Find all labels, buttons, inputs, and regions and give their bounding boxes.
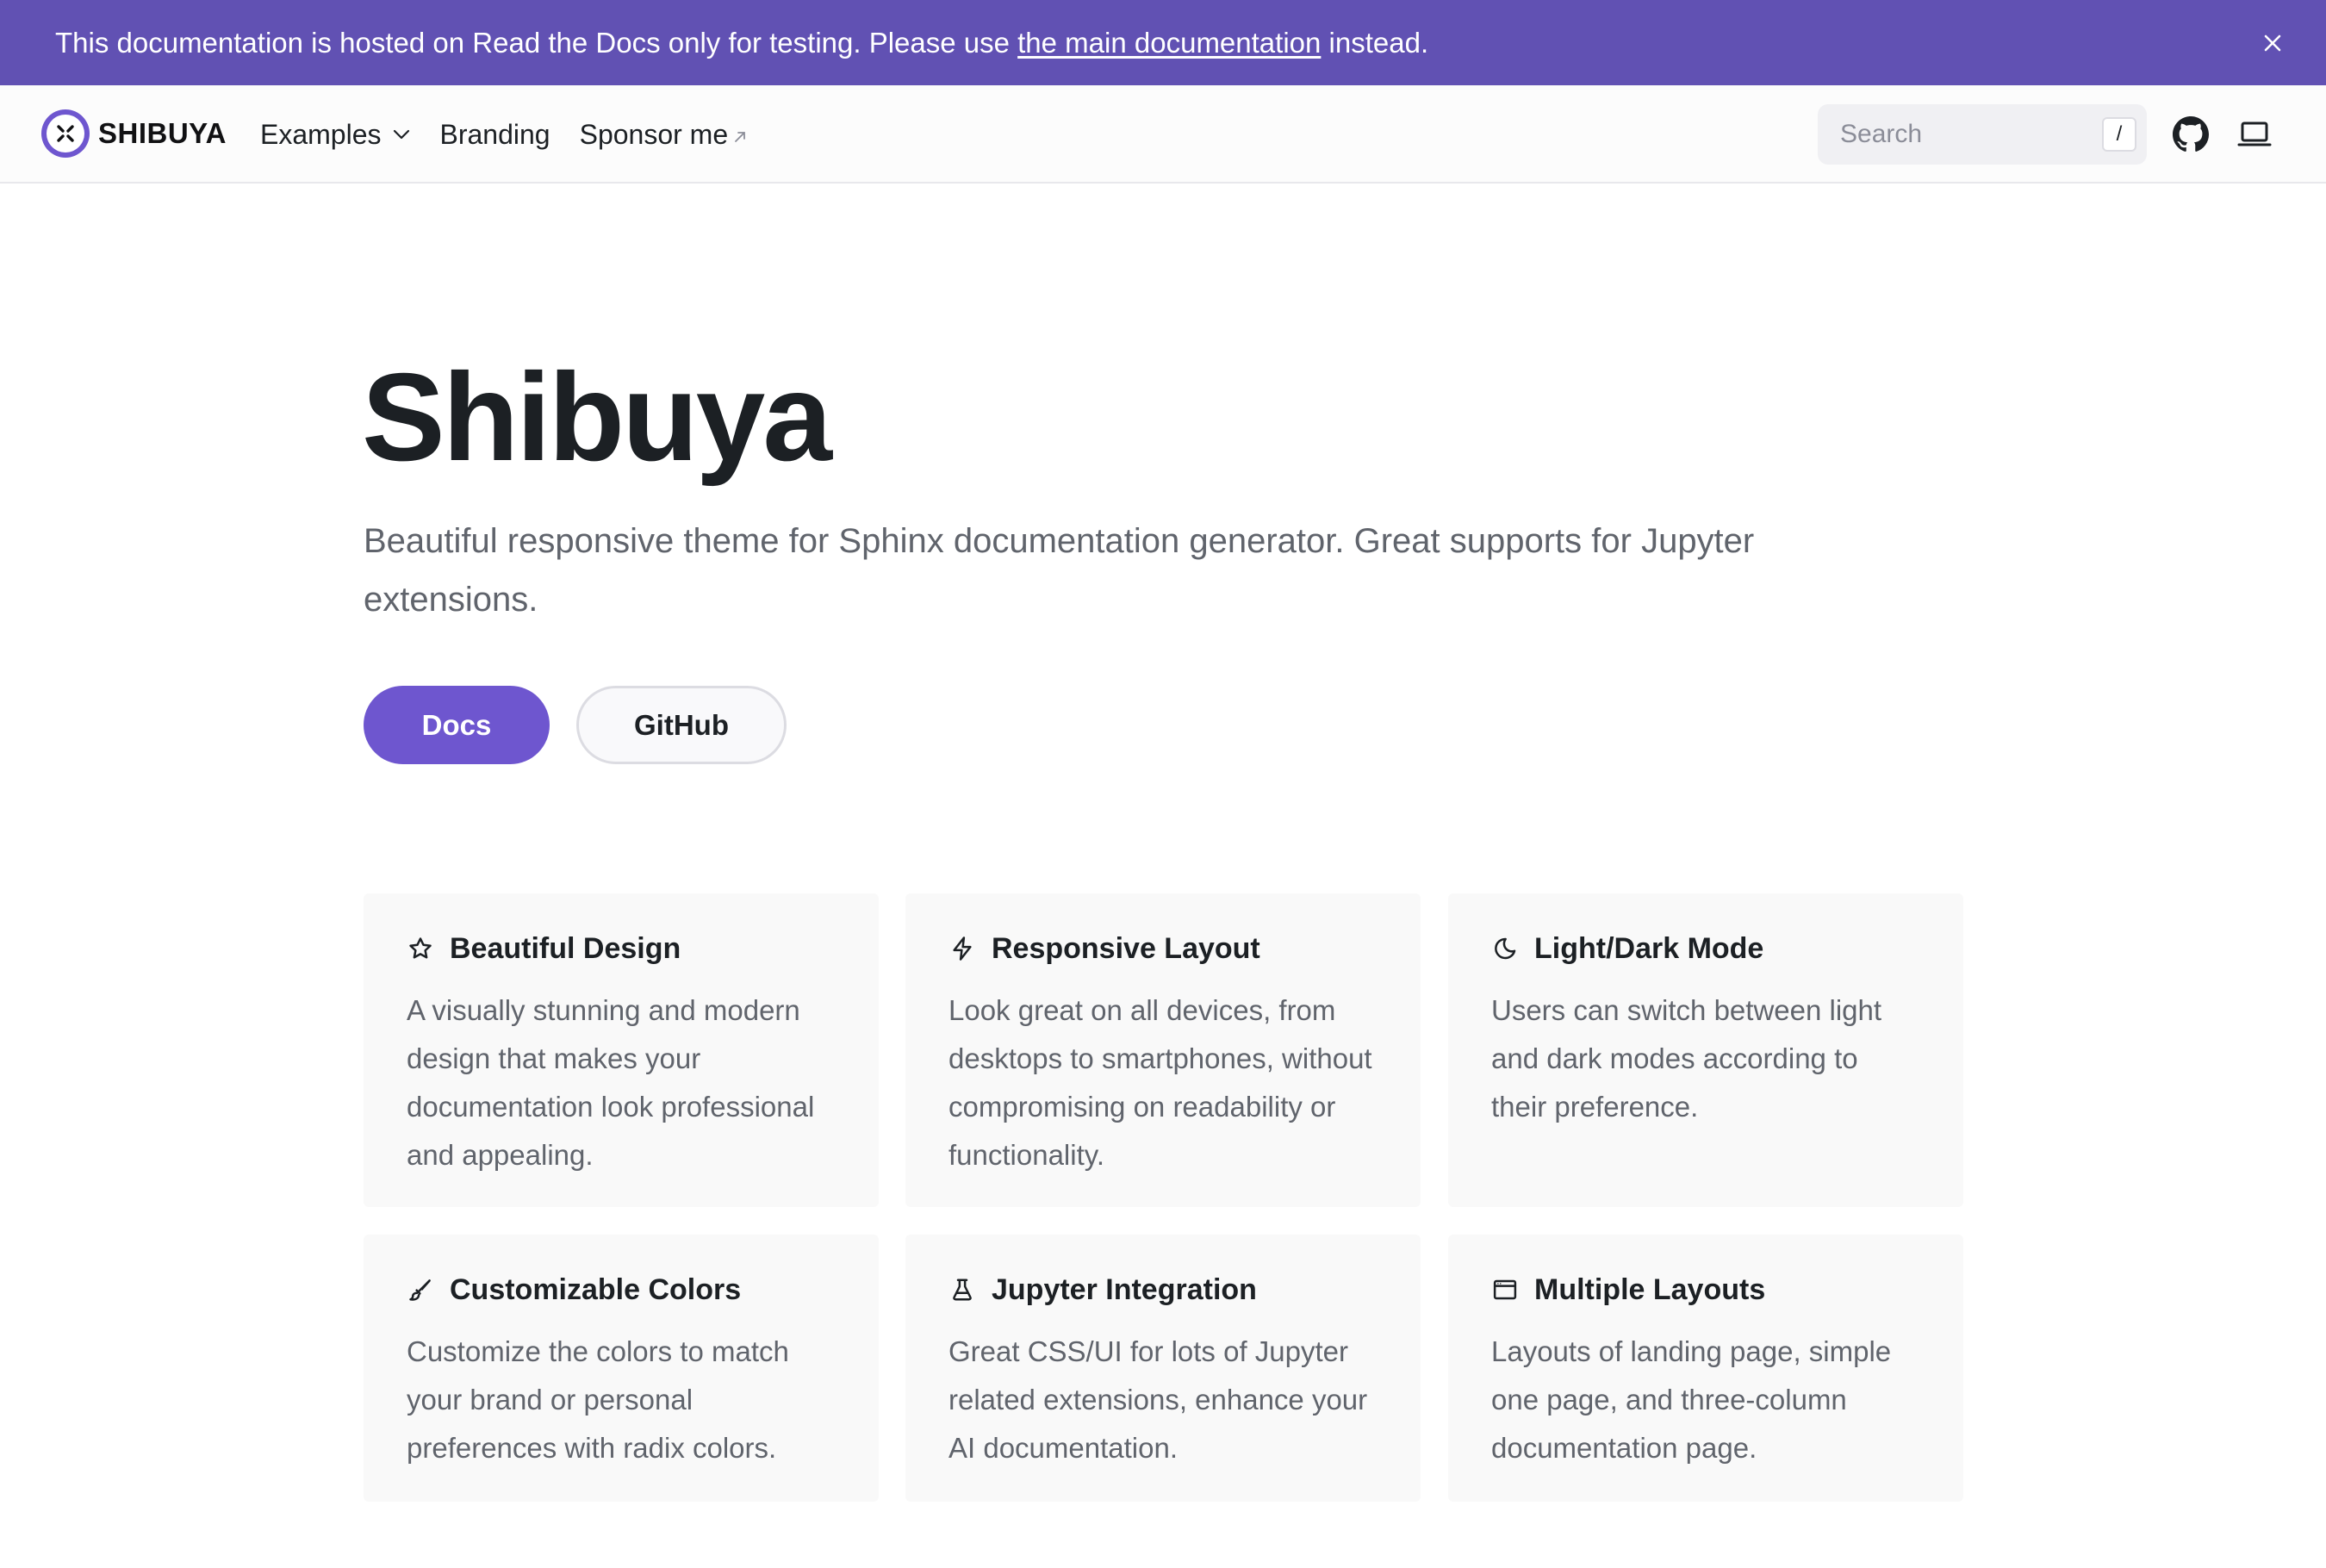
feature-card-jupyter-integration: Jupyter Integration Great CSS/UI for lot… xyxy=(905,1235,1421,1502)
feature-title: Customizable Colors xyxy=(450,1272,742,1306)
feature-card-light-dark-mode: Light/Dark Mode Users can switch between… xyxy=(1448,893,1963,1207)
star-icon xyxy=(407,935,434,962)
feature-description: Look great on all devices, from desktops… xyxy=(948,994,1372,1171)
search-box[interactable]: / xyxy=(1818,104,2147,165)
logo-text: SHIBUYA xyxy=(98,117,227,149)
announcement-text: This documentation is hosted on Read the… xyxy=(55,26,1429,59)
feature-card-beautiful-design: Beautiful Design A visually stunning and… xyxy=(364,893,879,1207)
feature-description: Great CSS/UI for lots of Jupyter related… xyxy=(948,1335,1368,1464)
feature-card-customizable-colors: Customizable Colors Customize the colors… xyxy=(364,1235,879,1502)
site-header: SHIBUYA Examples Branding Sponsor me / xyxy=(0,85,2326,184)
feature-title: Beautiful Design xyxy=(450,931,681,965)
browser-window-icon xyxy=(1491,1276,1519,1304)
site-logo[interactable]: SHIBUYA xyxy=(41,109,227,159)
external-link-icon xyxy=(733,130,747,144)
nav-branding-label: Branding xyxy=(439,118,550,150)
feature-description: Customize the colors to match your brand… xyxy=(407,1335,789,1464)
feature-title: Jupyter Integration xyxy=(992,1272,1257,1306)
feature-card-multiple-layouts: Multiple Layouts Layouts of landing page… xyxy=(1448,1235,1963,1502)
brush-icon xyxy=(407,1276,434,1304)
github-button[interactable]: GitHub xyxy=(576,686,787,764)
moon-icon xyxy=(1491,935,1519,962)
laptop-icon xyxy=(2237,121,2272,146)
github-icon xyxy=(2173,116,2209,152)
feature-title: Responsive Layout xyxy=(992,931,1260,965)
shibuya-logo-icon xyxy=(41,109,90,158)
nav-sponsor-label: Sponsor me xyxy=(579,118,729,150)
feature-card-responsive-layout: Responsive Layout Look great on all devi… xyxy=(905,893,1421,1207)
feature-title: Light/Dark Mode xyxy=(1534,931,1764,965)
feature-title: Multiple Layouts xyxy=(1534,1272,1766,1306)
announcement-bar: This documentation is hosted on Read the… xyxy=(0,0,2326,85)
chevron-down-icon xyxy=(392,128,411,140)
search-input[interactable] xyxy=(1840,120,2081,149)
close-announcement-button[interactable] xyxy=(2257,28,2288,59)
nav-branding[interactable]: Branding xyxy=(440,119,550,151)
flask-icon xyxy=(948,1276,976,1304)
close-icon xyxy=(2264,34,2281,52)
nav-examples[interactable]: Examples xyxy=(260,119,411,151)
docs-button[interactable]: Docs xyxy=(364,686,550,764)
main-documentation-link[interactable]: the main documentation xyxy=(1017,27,1321,59)
feature-description: Users can switch between light and dark … xyxy=(1491,994,1882,1123)
hero-description: Beautiful responsive theme for Sphinx do… xyxy=(364,522,1755,619)
feature-description: A visually stunning and modern design th… xyxy=(407,994,815,1171)
lightning-icon xyxy=(948,935,976,962)
feature-description: Layouts of landing page, simple one page… xyxy=(1491,1335,1892,1464)
nav-examples-label: Examples xyxy=(260,118,382,150)
hero-title: Shibuya xyxy=(362,347,832,487)
search-shortcut-key: / xyxy=(2102,117,2136,152)
nav-sponsor[interactable]: Sponsor me xyxy=(580,119,748,151)
github-link-button[interactable] xyxy=(2171,115,2211,154)
main-nav: Examples Branding Sponsor me xyxy=(260,85,776,184)
theme-toggle-button[interactable] xyxy=(2235,115,2274,154)
